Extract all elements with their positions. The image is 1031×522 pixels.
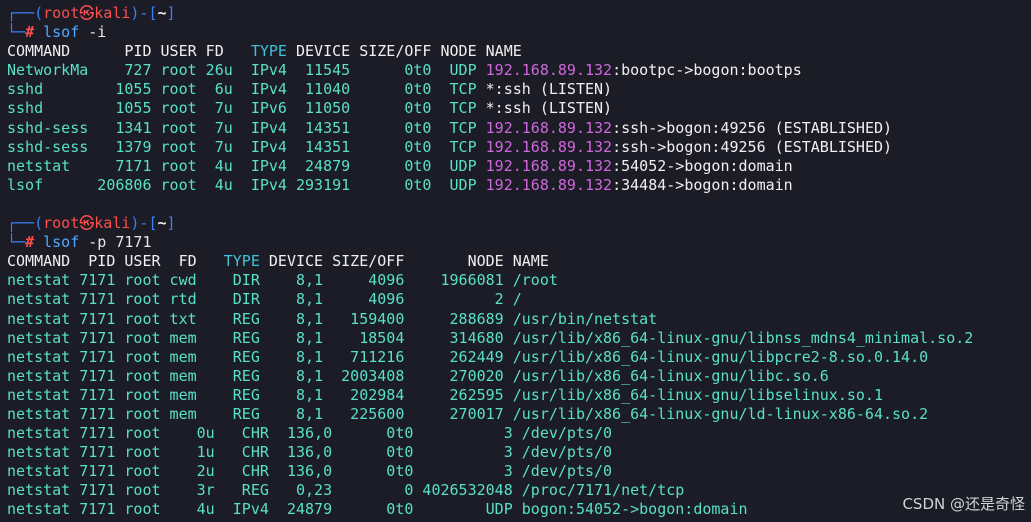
prompt-tree: ┌──( bbox=[7, 4, 44, 22]
command-line-1: └─# lsof -i bbox=[7, 23, 1031, 42]
prompt-dir: ~ bbox=[157, 4, 167, 22]
table-row: netstat 7171 root 4u IPv4 24879 0t0 UDP … bbox=[7, 500, 748, 519]
prompt-line-1: ┌──(root㉿kali)-[~] bbox=[7, 4, 1031, 23]
table-row: netstat 7171 root rtd DIR 8,1 4096 2 / bbox=[7, 290, 522, 309]
table-row: NetworkMa 727 root 26u IPv4 11545 0t0 UD… bbox=[7, 61, 802, 80]
command-args: -i bbox=[88, 23, 107, 42]
prompt-hash: # bbox=[25, 23, 35, 42]
prompt-host: kali bbox=[94, 4, 131, 22]
table-row: sshd 1055 root 7u IPv6 11050 0t0 TCP *:s… bbox=[7, 99, 613, 118]
table-header: COMMAND PID USER FD TYPE DEVICE SIZE/OFF… bbox=[7, 42, 522, 61]
table-header: COMMAND PID USER FD TYPE DEVICE SIZE/OFF… bbox=[7, 252, 549, 271]
table-row: netstat 7171 root mem REG 8,1 202984 262… bbox=[7, 385, 883, 404]
lsof-p-output: netstat 7171 root cwd DIR 8,1 4096 19660… bbox=[7, 271, 1031, 519]
table-row: netstat 7171 root cwd DIR 8,1 4096 19660… bbox=[7, 271, 558, 290]
table-row: netstat 7171 root mem REG 8,1 2003408 27… bbox=[7, 366, 829, 385]
table-row: netstat 7171 root 0u CHR 136,0 0t0 3 /de… bbox=[7, 424, 613, 443]
table-row: netstat 7171 root mem REG 8,1 225600 270… bbox=[7, 404, 929, 423]
watermark: CSDN @还是奇怪 bbox=[902, 495, 1025, 513]
table-row: sshd-sess 1379 root 7u IPv4 14351 0t0 TC… bbox=[7, 137, 893, 156]
prompt-line-2: ┌──(root㉿kali)-[~] bbox=[7, 214, 176, 233]
command-name: lsof bbox=[43, 233, 80, 252]
terminal-window[interactable]: ┌──(root㉿kali)-[~] └─# lsof -i COMMAND P… bbox=[0, 0, 1031, 522]
command-line-2: └─# lsof -p 7171 bbox=[7, 233, 152, 252]
prompt-close: ] bbox=[166, 4, 176, 22]
prompt-user: root bbox=[43, 4, 80, 22]
lsof-i-output: NetworkMa 727 root 26u IPv4 11545 0t0 UD… bbox=[7, 61, 1031, 195]
table-row: netstat 7171 root 3r REG 0,23 0 40265320… bbox=[7, 481, 685, 500]
skull-icon: ㉿ bbox=[79, 4, 95, 22]
table-row: netstat 7171 root 2u CHR 136,0 0t0 3 /de… bbox=[7, 462, 613, 481]
command-name: lsof bbox=[43, 23, 80, 42]
prompt-mid: )-[ bbox=[130, 4, 158, 22]
table-row: netstat 7171 root mem REG 8,1 711216 262… bbox=[7, 347, 929, 366]
prompt-tree-bottom: └─ bbox=[7, 23, 26, 42]
table-row: netstat 7171 root txt REG 8,1 159400 288… bbox=[7, 309, 658, 328]
skull-icon: ㉿ bbox=[79, 214, 95, 233]
command-args: -p 7171 bbox=[88, 233, 152, 252]
table-row: sshd-sess 1341 root 7u IPv4 14351 0t0 TC… bbox=[7, 118, 893, 137]
table-row: netstat 7171 root 1u CHR 136,0 0t0 3 /de… bbox=[7, 443, 613, 462]
table-row: sshd 1055 root 6u IPv4 11040 0t0 TCP *:s… bbox=[7, 80, 613, 99]
table-row: netstat 7171 root 4u IPv4 24879 0t0 UDP … bbox=[7, 156, 793, 175]
table-row: netstat 7171 root mem REG 8,1 18504 3146… bbox=[7, 328, 974, 347]
table-row: lsof 206806 root 4u IPv4 293191 0t0 UDP … bbox=[7, 175, 793, 194]
